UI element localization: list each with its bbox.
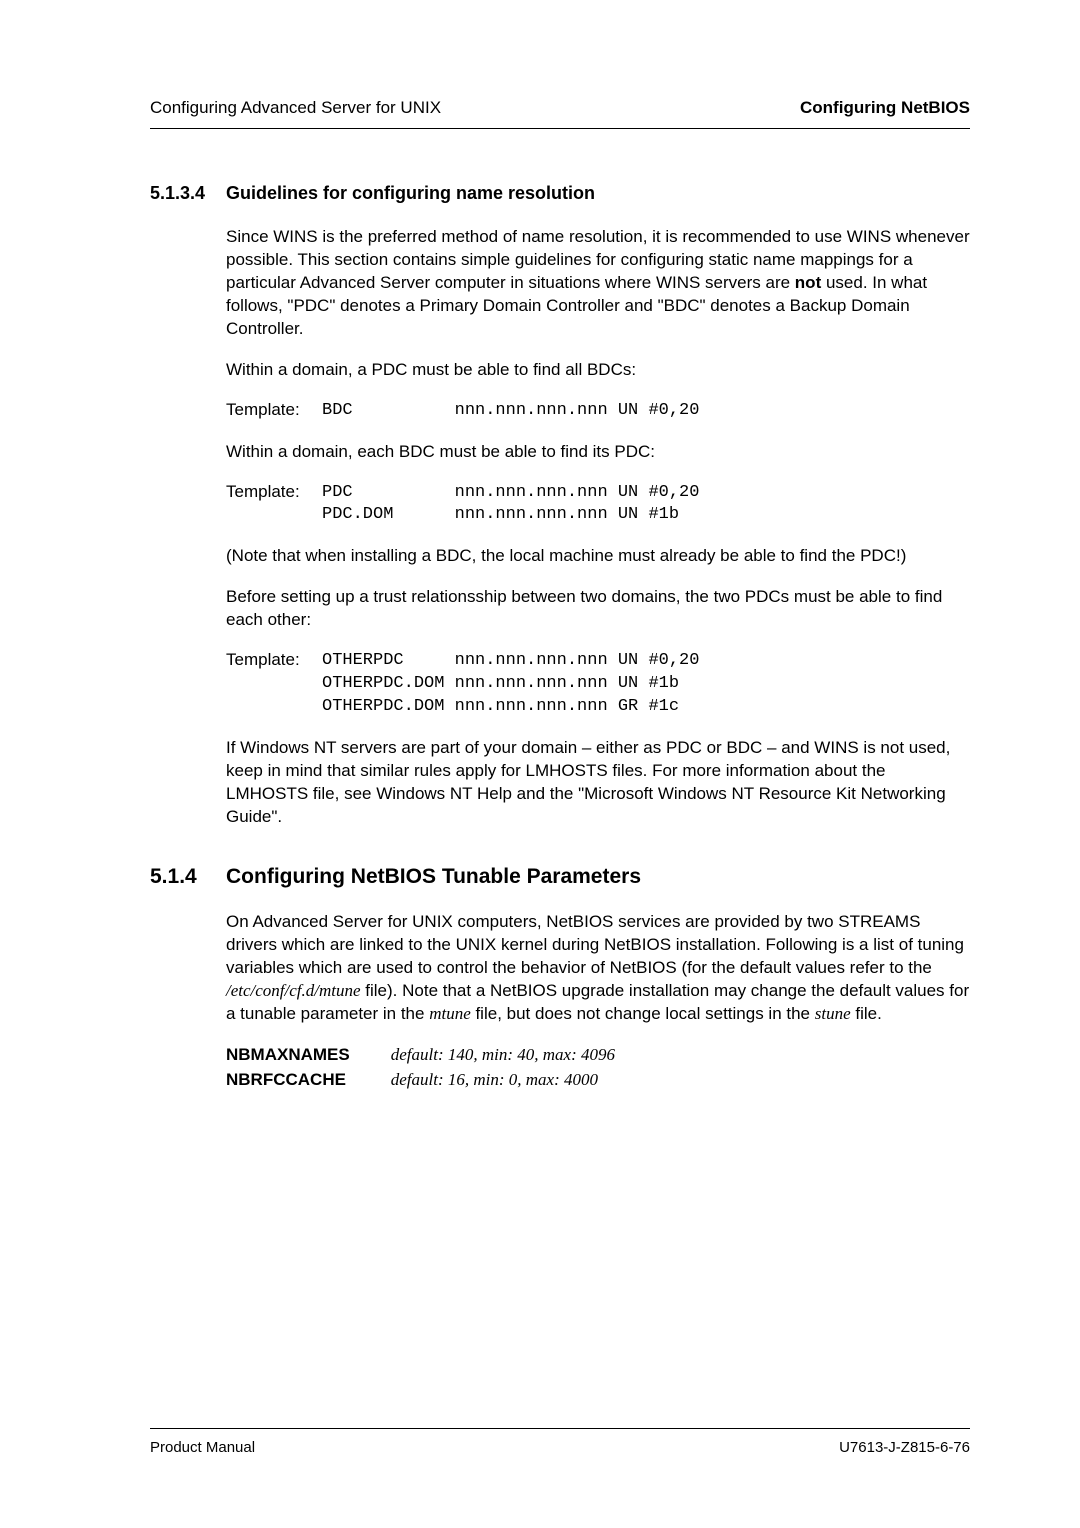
paragraph: Within a domain, a PDC must be able to f… <box>226 359 970 382</box>
bold-not: not <box>795 273 821 292</box>
paragraph: On Advanced Server for UNIX computers, N… <box>226 911 970 1026</box>
template-block-1: Template:BDC nnn.nnn.nnn.nnn UN #0,20 <box>226 400 970 423</box>
definition-row: NBRFCCACHE default: 16, min: 0, max: 400… <box>226 1068 970 1093</box>
definition-desc: default: 16, min: 0, max: 4000 <box>391 1070 598 1089</box>
italic-stune: stune <box>815 1004 851 1023</box>
italic-path: /etc/conf/cf.d/mtune <box>226 981 361 1000</box>
section-title: Configuring NetBIOS Tunable Parameters <box>226 865 641 889</box>
section-number: 5.1.3.4 <box>150 183 226 204</box>
header-right: Configuring NetBIOS <box>800 98 970 118</box>
section-number: 5.1.4 <box>150 865 226 889</box>
text: file. <box>851 1004 882 1023</box>
text: file, but does not change local settings… <box>471 1004 815 1023</box>
section-title: Guidelines for configuring name resoluti… <box>226 183 595 204</box>
footer-left: Product Manual <box>150 1439 255 1456</box>
definition-row: NBMAXNAMES default: 140, min: 40, max: 4… <box>226 1043 970 1068</box>
header-left: Configuring Advanced Server for UNIX <box>150 98 441 118</box>
definition-term: NBRFCCACHE <box>226 1068 386 1093</box>
page-footer: Product Manual U7613-J-Z815-6-76 <box>150 1428 970 1456</box>
template-label: Template: <box>226 400 322 420</box>
template-body: OTHERPDC nnn.nnn.nnn.nnn UN #0,20 OTHERP… <box>322 650 699 719</box>
paragraph: Within a domain, each BDC must be able t… <box>226 441 970 464</box>
paragraph: Before setting up a trust relationsship … <box>226 586 970 632</box>
paragraph: Since WINS is the preferred method of na… <box>226 226 970 341</box>
template-label: Template: <box>226 482 322 502</box>
running-header: Configuring Advanced Server for UNIX Con… <box>150 98 970 129</box>
text: On Advanced Server for UNIX computers, N… <box>226 912 964 977</box>
section-5-1-4-heading: 5.1.4 Configuring NetBIOS Tunable Parame… <box>226 865 970 889</box>
definition-list: NBMAXNAMES default: 140, min: 40, max: 4… <box>226 1043 970 1092</box>
italic-mtune: mtune <box>429 1004 471 1023</box>
paragraph: If Windows NT servers are part of your d… <box>226 737 970 829</box>
footer-right: U7613-J-Z815-6-76 <box>839 1439 970 1456</box>
template-body: PDC nnn.nnn.nnn.nnn UN #0,20 PDC.DOM nnn… <box>322 482 699 528</box>
section-5-1-3-4-heading: 5.1.3.4 Guidelines for configuring name … <box>226 183 970 204</box>
paragraph: (Note that when installing a BDC, the lo… <box>226 545 970 568</box>
definition-term: NBMAXNAMES <box>226 1043 386 1068</box>
definition-desc: default: 140, min: 40, max: 4096 <box>391 1045 615 1064</box>
template-block-2: Template:PDC nnn.nnn.nnn.nnn UN #0,20 PD… <box>226 482 970 528</box>
template-body: BDC nnn.nnn.nnn.nnn UN #0,20 <box>322 400 699 423</box>
template-label: Template: <box>226 650 322 670</box>
template-block-3: Template:OTHERPDC nnn.nnn.nnn.nnn UN #0,… <box>226 650 970 719</box>
